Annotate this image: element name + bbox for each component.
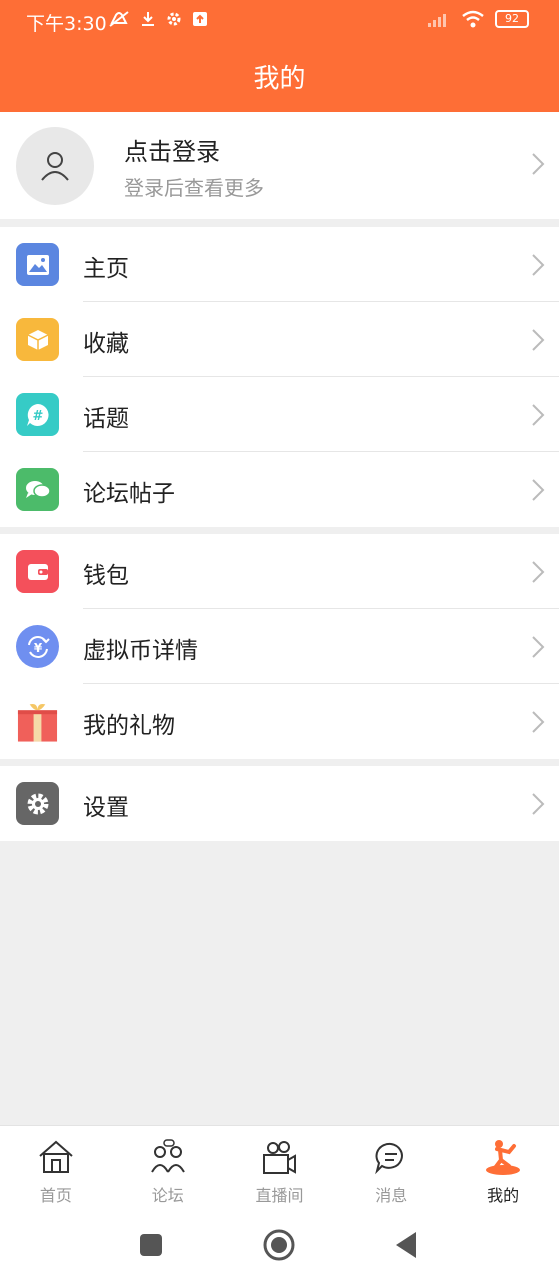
menu-group-wallet: 钱包 ¥ 虚拟币详情 我的礼物 xyxy=(0,534,559,759)
menu-group-settings: 设置 xyxy=(0,766,559,841)
tab-label: 消息 xyxy=(375,1186,408,1205)
tab-forum[interactable]: 论坛 xyxy=(112,1126,224,1210)
download-icon xyxy=(142,12,154,26)
menu-item-label: 主页 xyxy=(83,256,129,282)
wallet-icon xyxy=(16,550,59,593)
svg-text:¥: ¥ xyxy=(33,641,42,655)
message-icon xyxy=(375,1142,404,1175)
wifi-icon xyxy=(462,10,484,28)
chevron-right-icon xyxy=(532,329,545,351)
chat-bubbles-icon xyxy=(16,468,59,511)
tab-label: 论坛 xyxy=(151,1186,184,1205)
yuan-exchange-icon: ¥ xyxy=(16,625,59,668)
tab-mine[interactable]: 我的 xyxy=(447,1126,559,1210)
chevron-right-icon xyxy=(532,711,545,733)
status-time: 下午3:30 xyxy=(26,13,107,35)
menu-item-label: 我的礼物 xyxy=(83,713,175,739)
tab-label: 直播间 xyxy=(255,1186,304,1205)
bottom-nav: 首页 论坛 直播间 消息 我的 xyxy=(0,1125,559,1210)
chevron-right-icon xyxy=(532,254,545,276)
system-nav-bar xyxy=(0,1210,559,1280)
top-bar: 下午3:30 92 我的 xyxy=(0,0,559,112)
forum-icon xyxy=(150,1139,185,1173)
tab-home[interactable]: 首页 xyxy=(0,1126,112,1210)
gift-icon xyxy=(16,700,59,743)
topic-hash-icon: # xyxy=(16,393,59,436)
svg-text:#: # xyxy=(32,409,43,424)
battery-icon: 92 xyxy=(495,10,529,28)
chevron-right-icon xyxy=(532,793,545,815)
menu-group-content: 主页 收藏 # 话题 论坛帖子 xyxy=(0,227,559,527)
menu-item-favorites[interactable]: 收藏 xyxy=(0,302,559,377)
user-icon xyxy=(41,152,69,181)
back-button-icon[interactable] xyxy=(390,1228,424,1262)
home-button-icon[interactable] xyxy=(262,1228,296,1262)
tab-messages[interactable]: 消息 xyxy=(335,1126,447,1210)
menu-item-wallet[interactable]: 钱包 xyxy=(0,534,559,609)
gear-icon xyxy=(16,782,59,825)
menu-item-forum-posts[interactable]: 论坛帖子 xyxy=(0,452,559,527)
status-right-icons: 92 xyxy=(427,10,529,28)
recents-button-icon[interactable] xyxy=(134,1228,168,1262)
menu-item-topics[interactable]: # 话题 xyxy=(0,377,559,452)
chevron-right-icon xyxy=(532,404,545,426)
menu-item-label: 设置 xyxy=(83,795,129,821)
image-icon xyxy=(16,243,59,286)
status-left-icons xyxy=(108,10,208,28)
menu-item-label: 论坛帖子 xyxy=(83,481,175,507)
chevron-right-icon xyxy=(532,561,545,583)
chevron-right-icon xyxy=(532,153,545,175)
chevron-right-icon xyxy=(532,636,545,658)
menu-item-virtual-currency[interactable]: ¥ 虚拟币详情 xyxy=(0,609,559,684)
status-bar: 下午3:30 92 xyxy=(0,0,559,42)
tab-label: 首页 xyxy=(39,1186,72,1205)
login-title: 点击登录 xyxy=(124,138,220,166)
home-icon xyxy=(39,1140,73,1173)
menu-item-label: 收藏 xyxy=(83,331,129,357)
camera-icon xyxy=(263,1141,297,1174)
menu-item-settings[interactable]: 设置 xyxy=(0,766,559,841)
login-subtitle: 登录后查看更多 xyxy=(124,176,264,200)
avatar[interactable] xyxy=(16,127,94,205)
tab-live-room[interactable]: 直播间 xyxy=(224,1126,336,1210)
box-icon xyxy=(16,318,59,361)
page-title: 我的 xyxy=(253,64,306,94)
menu-item-label: 虚拟币详情 xyxy=(83,638,198,664)
menu-item-my-gifts[interactable]: 我的礼物 xyxy=(0,684,559,759)
tab-label: 我的 xyxy=(487,1186,520,1205)
signal-icon xyxy=(428,14,446,27)
login-card[interactable]: 点击登录 登录后查看更多 xyxy=(0,112,559,219)
menu-item-label: 话题 xyxy=(83,406,129,432)
chevron-right-icon xyxy=(532,479,545,501)
menu-item-home[interactable]: 主页 xyxy=(0,227,559,302)
profile-figure-icon xyxy=(486,1140,521,1175)
upload-icon xyxy=(193,12,207,26)
menu-item-label: 钱包 xyxy=(83,563,129,589)
mute-icon xyxy=(109,11,129,27)
settings-status-icon xyxy=(167,12,181,26)
